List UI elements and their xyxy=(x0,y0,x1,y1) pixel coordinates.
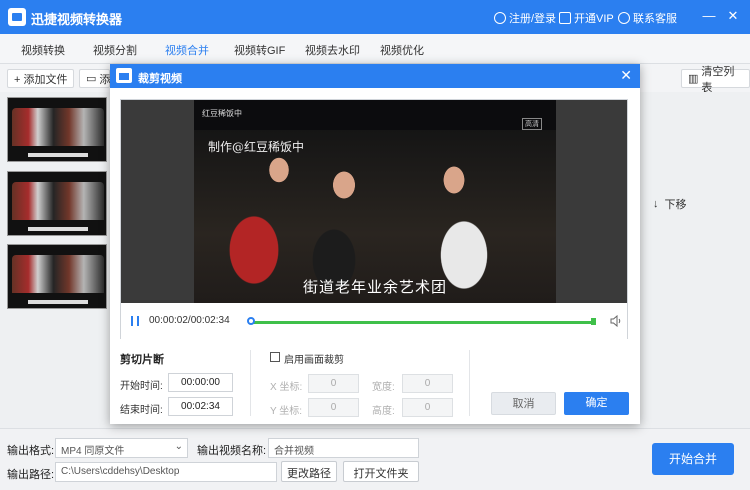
output-name-label: 输出视频名称: xyxy=(197,445,267,457)
video-thumbnail[interactable] xyxy=(7,171,107,236)
y-coord-label: Y 坐标: xyxy=(270,406,303,417)
login-link[interactable]: 注册/登录 xyxy=(494,10,556,26)
tab-video-split[interactable]: 视频分割 xyxy=(93,42,137,58)
timeline-track[interactable] xyxy=(251,321,595,324)
clear-list-label: 清空列表 xyxy=(701,65,735,94)
folder-icon: ▭ xyxy=(86,73,97,85)
output-path-input[interactable]: C:\Users\cddehsy\Desktop xyxy=(55,462,277,482)
video-thumbnail[interactable] xyxy=(7,244,107,309)
height-label: 高度: xyxy=(372,406,395,417)
cancel-button[interactable]: 取消 xyxy=(491,392,556,415)
dialog-title: 裁剪视频 xyxy=(138,73,182,85)
feature-tabs: 视频转换 视频分割 视频合并 视频转GIF 视频去水印 视频优化 xyxy=(0,34,750,64)
video-player: 红豆稀饭中 制作@红豆稀饭中 高清 街道老年业余艺术团 00:00:02/00:… xyxy=(120,99,628,339)
video-subtitle: 街道老年业余艺术团 xyxy=(302,279,447,296)
video-area: 红豆稀饭中 制作@红豆稀饭中 高清 街道老年业余艺术团 xyxy=(121,100,627,303)
add-folder-button[interactable]: ▭ 添 xyxy=(79,69,110,88)
divider xyxy=(250,350,251,416)
close-icon[interactable]: ✕ xyxy=(620,67,632,84)
tab-video-gif[interactable]: 视频转GIF xyxy=(234,42,285,58)
tab-video-convert[interactable]: 视频转换 xyxy=(21,42,65,58)
confirm-button[interactable]: 确定 xyxy=(564,392,629,415)
enable-crop-checkbox[interactable] xyxy=(270,352,280,362)
playhead-handle[interactable] xyxy=(247,317,255,325)
add-file-label: + 添加文件 xyxy=(14,73,68,86)
hd-badge: 高清 xyxy=(522,118,542,130)
tab-video-merge[interactable]: 视频合并 xyxy=(165,42,209,58)
video-frame[interactable]: 红豆稀饭中 制作@红豆稀饭中 高清 街道老年业余艺术团 xyxy=(194,100,556,303)
start-time-input[interactable]: 00:00:00 xyxy=(168,373,233,392)
format-value: MP4 同原文件 xyxy=(61,446,125,457)
output-path-label: 输出路径: xyxy=(7,469,55,481)
end-time-label: 结束时间: xyxy=(120,405,163,416)
format-label: 输出格式: xyxy=(7,445,55,457)
user-icon xyxy=(494,12,506,24)
video-icon xyxy=(116,68,132,83)
player-controls: 00:00:02/00:02:34 xyxy=(121,303,627,339)
minimize-button[interactable]: — xyxy=(702,9,716,23)
divider xyxy=(469,350,470,416)
title-bar: 迅捷视频转换器 注册/登录 开通VIP 联系客服 — ✕ xyxy=(0,0,750,34)
playback-time: 00:00:02/00:02:34 xyxy=(149,315,230,326)
enable-crop-label: 启用画面裁剪 xyxy=(284,355,344,366)
video-credit-text: 制作@红豆稀饭中 xyxy=(208,140,305,154)
arrow-down-icon: ↓ xyxy=(653,198,659,210)
clip-section-title: 剪切片断 xyxy=(120,354,164,366)
support-label: 联系客服 xyxy=(633,13,677,25)
add-folder-label: 添 xyxy=(99,73,111,86)
width-input[interactable]: 0 xyxy=(402,374,453,393)
x-coord-label: X 坐标: xyxy=(270,382,303,393)
volume-icon[interactable] xyxy=(610,315,622,327)
video-thumbnail[interactable] xyxy=(7,97,107,162)
move-down-label: 下移 xyxy=(664,199,687,211)
width-label: 宽度: xyxy=(372,382,395,393)
output-settings: 输出格式: MP4 同原文件 ⌄ 输出视频名称: 合并视频 输出路径: C:\U… xyxy=(0,428,750,490)
vip-link[interactable]: 开通VIP xyxy=(559,10,614,26)
chat-icon xyxy=(618,12,630,24)
tab-remove-watermark[interactable]: 视频去水印 xyxy=(305,42,360,58)
format-select[interactable]: MP4 同原文件 ⌄ xyxy=(55,438,188,458)
vip-label: 开通VIP xyxy=(574,13,614,25)
app-logo-icon xyxy=(8,8,26,26)
start-merge-button[interactable]: 开始合并 xyxy=(652,443,734,475)
support-link[interactable]: 联系客服 xyxy=(618,10,677,26)
output-name-input[interactable]: 合并视频 xyxy=(268,438,419,458)
app-title: 迅捷视频转换器 xyxy=(31,12,123,27)
x-coord-input[interactable]: 0 xyxy=(308,374,359,393)
chevron-down-icon: ⌄ xyxy=(174,441,183,452)
change-path-button[interactable]: 更改路径 xyxy=(281,461,337,482)
y-coord-input[interactable]: 0 xyxy=(308,398,359,417)
pause-icon[interactable] xyxy=(131,316,139,326)
trash-icon: ▥ xyxy=(688,73,699,85)
tab-video-optimize[interactable]: 视频优化 xyxy=(380,42,424,58)
crown-icon xyxy=(559,12,571,24)
add-file-button[interactable]: + 添加文件 xyxy=(7,69,75,88)
end-time-input[interactable]: 00:02:34 xyxy=(168,397,233,416)
clear-list-button[interactable]: ▥ 清空列表 xyxy=(681,66,750,94)
end-trim-handle[interactable] xyxy=(591,318,596,325)
start-time-label: 开始时间: xyxy=(120,381,163,392)
dialog-header: 裁剪视频 ✕ xyxy=(110,64,640,88)
crop-video-dialog: 裁剪视频 ✕ 红豆稀饭中 制作@红豆稀饭中 高清 街道老年业余艺术团 00:00… xyxy=(110,64,640,424)
login-label: 注册/登录 xyxy=(509,13,557,25)
close-window-button[interactable]: ✕ xyxy=(726,9,740,23)
height-input[interactable]: 0 xyxy=(402,398,453,417)
open-folder-button[interactable]: 打开文件夹 xyxy=(343,461,419,482)
video-watermark: 红豆稀饭中 xyxy=(202,109,242,118)
move-down-button[interactable]: ↓ 下移 xyxy=(653,196,687,212)
